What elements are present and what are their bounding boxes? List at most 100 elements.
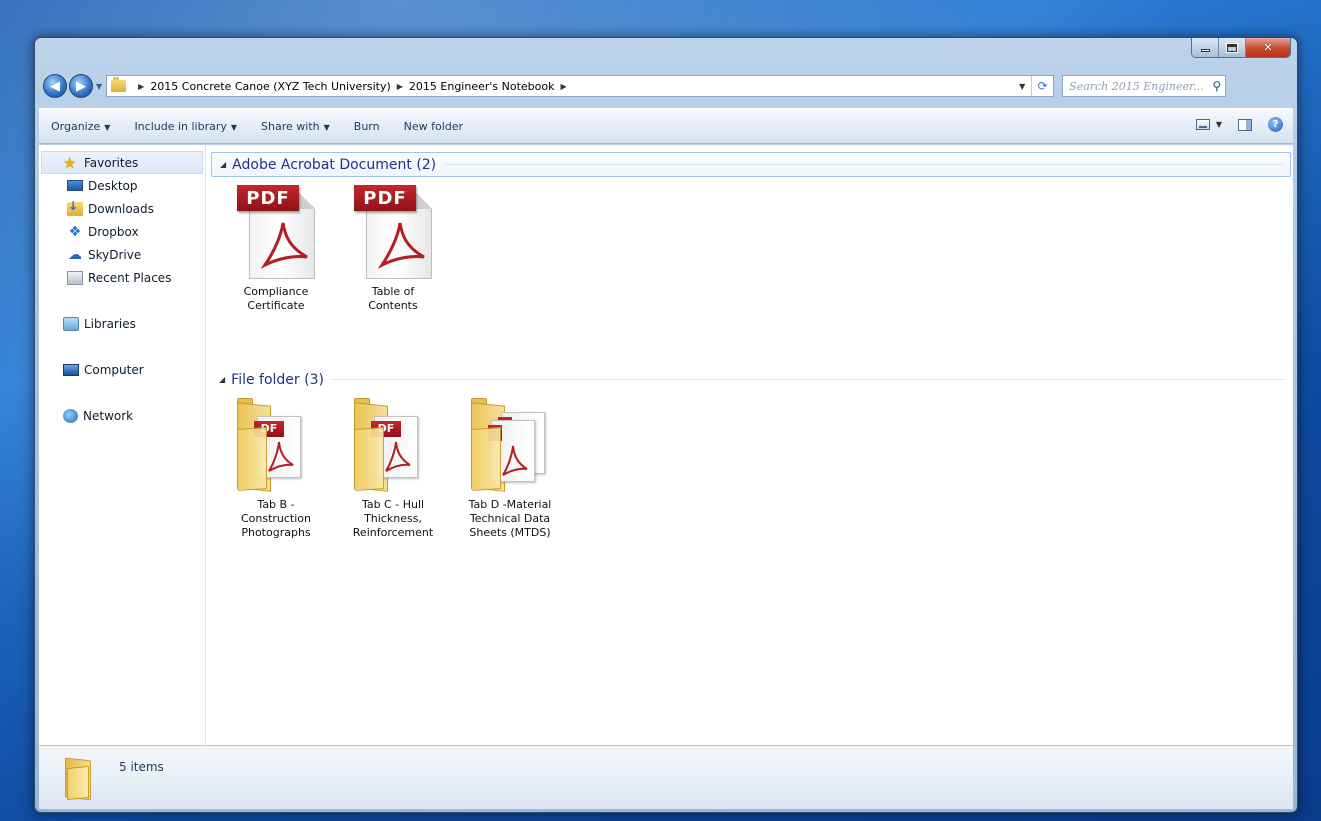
computer-icon [63, 363, 79, 376]
maximize-button[interactable] [1219, 38, 1246, 57]
close-button[interactable]: ✕ [1246, 38, 1290, 57]
recent-pages-dropdown[interactable]: ▼ [96, 82, 102, 91]
nav-item-label: SkyDrive [88, 247, 142, 262]
folder-icon [65, 757, 95, 800]
new-folder-button[interactable]: New folder [404, 120, 463, 133]
cloud-icon: ☁ [68, 246, 82, 263]
breadcrumb-separator-icon[interactable]: ▶ [138, 82, 144, 91]
search-input[interactable]: Search 2015 Engineer... ⚲ [1062, 75, 1227, 97]
search-icon[interactable]: ⚲ [1212, 79, 1221, 93]
libraries-icon [63, 316, 79, 331]
collapse-triangle-icon[interactable]: ◢ [220, 160, 226, 169]
help-icon[interactable]: ? [1268, 117, 1283, 132]
command-bar: Organize ▼ Include in library ▼ Share with… [39, 108, 1293, 144]
chevron-down-icon: ▼ [230, 122, 238, 132]
nav-item-network[interactable]: Network [39, 404, 205, 427]
group-header-file-folder[interactable]: ◢ File folder (3) [211, 367, 1291, 392]
nav-item-desktop[interactable]: Desktop [39, 174, 205, 197]
chevron-down-icon: ▼ [323, 122, 330, 132]
include-in-library-menu[interactable]: Include in library ▼ [134, 120, 237, 133]
nav-item-skydrive[interactable]: ☁ SkyDrive [39, 243, 205, 266]
search-placeholder: Search 2015 Engineer... [1069, 79, 1204, 93]
minimize-button[interactable] [1192, 38, 1219, 57]
file-item-compliance-certificate[interactable]: PDF Compliance Certificate [226, 185, 326, 313]
nav-item-dropbox[interactable]: ❖ Dropbox [39, 220, 205, 243]
close-icon: ✕ [1263, 41, 1273, 54]
preview-pane-icon[interactable] [1238, 118, 1252, 131]
star-icon: ★ [63, 153, 77, 172]
caption-buttons: ✕ [1191, 38, 1291, 58]
include-in-library-label: Include in library [134, 119, 227, 133]
folder-item-tab-c[interactable]: DF Tab C - Hull Thickness, Reinforcement [343, 398, 443, 540]
back-arrow-icon: ◀ [50, 78, 60, 94]
recent-places-icon [67, 270, 83, 285]
address-actions: ▼ ⟳ [1013, 76, 1053, 96]
file-list: ◢ Adobe Acrobat Document (2) PDF Complia… [206, 145, 1293, 745]
group-divider [331, 379, 1285, 380]
nav-item-label: Libraries [84, 316, 136, 331]
pdf-badge: PDF [354, 185, 416, 211]
item-count: 5 items [119, 759, 164, 774]
view-options-dropdown[interactable]: ▼ [1216, 120, 1222, 129]
folder-pdf-icon: DF [231, 398, 321, 494]
organize-menu[interactable]: Organize ▼ [51, 120, 110, 133]
nav-item-favorites[interactable]: ★ Favorites [41, 151, 203, 174]
group-header-label: Adobe Acrobat Document (2) [232, 156, 437, 173]
nav-item-downloads[interactable]: Downloads [39, 197, 205, 220]
pdf-icon: PDF [237, 185, 315, 281]
address-field[interactable]: ▶ 2015 Concrete Canoe (XYZ Tech Universi… [106, 75, 1055, 97]
maximize-icon [1226, 42, 1238, 53]
folder-pdf-icon: DF [348, 398, 438, 494]
refresh-button[interactable]: ⟳ [1031, 76, 1053, 96]
burn-button[interactable]: Burn [354, 120, 380, 133]
refresh-icon: ⟳ [1037, 79, 1048, 93]
nav-item-label: Downloads [88, 201, 154, 216]
desktop-icon [67, 180, 83, 191]
folder-item-tab-b[interactable]: DF Tab B - Construction Photographs [226, 398, 326, 540]
change-view-icon[interactable] [1195, 119, 1210, 130]
forward-button[interactable]: ▶ [69, 74, 93, 98]
nav-item-label: Computer [84, 362, 144, 377]
breadcrumb-item[interactable]: 2015 Engineer's Notebook [409, 80, 555, 93]
folder-item-tab-d[interactable]: Tab D -Material Technical Data Sheets (M… [460, 398, 560, 540]
organize-label: Organize [51, 119, 101, 133]
breadcrumb-separator-icon[interactable]: ▶ [397, 82, 403, 91]
folder-multi-pdf-icon [465, 398, 555, 494]
nav-item-recent-places[interactable]: Recent Places [39, 266, 205, 289]
back-button[interactable]: ◀ [43, 74, 67, 98]
acrobat-logo-icon [260, 222, 308, 269]
address-bar-row: ◀ ▶ ▼ ▶ 2015 Concrete Canoe (XYZ Tech Un… [43, 71, 1291, 101]
breadcrumb-item[interactable]: 2015 Concrete Canoe (XYZ Tech University… [150, 80, 390, 93]
group-header-adobe-acrobat[interactable]: ◢ Adobe Acrobat Document (2) [211, 152, 1291, 177]
folder-icon [111, 77, 127, 92]
share-with-label: Share with [261, 119, 320, 133]
pdf-badge: PDF [237, 185, 299, 211]
chevron-down-icon: ▼ [104, 122, 111, 132]
nav-item-label: Recent Places [88, 270, 172, 285]
details-pane: 5 items [39, 745, 1293, 809]
file-item-label: Tab D -Material Technical Data Sheets (M… [468, 498, 552, 539]
file-item-table-of-contents[interactable]: PDF Table of Contents [343, 185, 443, 313]
breadcrumb-separator-icon[interactable]: ▶ [561, 82, 567, 91]
address-history-dropdown[interactable]: ▼ [1013, 82, 1031, 91]
minimize-icon [1200, 49, 1210, 52]
explorer-window: ✕ ◀ ▶ ▼ ▶ 2015 Concrete Canoe (XYZ Tech … [34, 37, 1298, 813]
collapse-triangle-icon[interactable]: ◢ [219, 375, 225, 384]
file-item-label: Tab C - Hull Thickness, Reinforcement [352, 498, 434, 539]
network-icon [63, 408, 78, 423]
nav-item-label: Dropbox [88, 224, 139, 239]
forward-arrow-icon: ▶ [76, 78, 86, 94]
downloads-icon [67, 199, 83, 216]
nav-item-label: Desktop [88, 178, 138, 193]
share-with-menu[interactable]: Share with ▼ [261, 120, 330, 133]
nav-item-computer[interactable]: Computer [39, 358, 205, 381]
file-item-label: Compliance Certificate [243, 285, 309, 312]
dropbox-icon: ❖ [68, 223, 82, 240]
nav-item-label: Favorites [84, 155, 139, 170]
nav-item-libraries[interactable]: Libraries [39, 312, 205, 335]
group-divider [444, 164, 1284, 165]
nav-item-label: Network [83, 408, 134, 423]
